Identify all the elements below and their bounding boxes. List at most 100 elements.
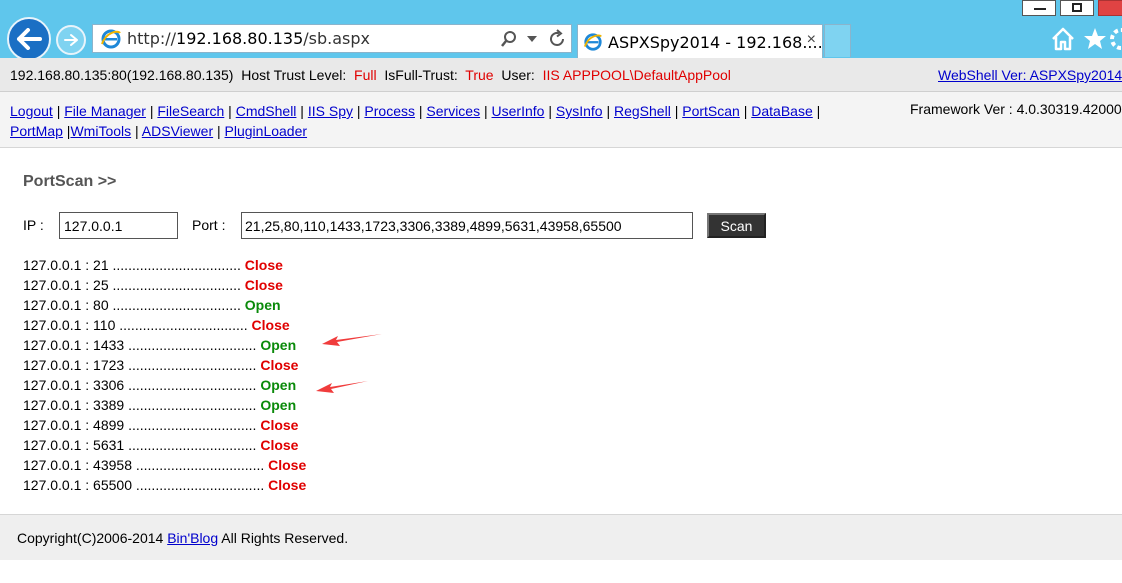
back-arrow-icon [17,28,42,50]
result-status: Close [251,317,290,333]
trust-level-label: Host Trust Level: [241,67,347,83]
annotation-arrow-icon [316,381,368,393]
menu-cmdshell[interactable]: CmdShell [236,103,297,119]
result-status: Close [268,477,307,493]
blog-link[interactable]: Bin'Blog [167,530,218,546]
result-row: 127.0.0.1 : 3389 .......................… [23,395,306,415]
chevron-down-icon[interactable] [527,36,537,42]
menu-sysinfo[interactable]: SysInfo [556,103,603,119]
result-status: Open [260,397,297,413]
forward-arrow-icon [64,34,78,46]
close-window-button[interactable] [1098,0,1122,16]
ie-tab-icon [583,33,602,51]
copyright-prefix: Copyright(C)2006-2014 [17,530,168,546]
scan-results: 127.0.0.1 : 21 .........................… [23,255,306,495]
host-address: 192.168.80.135:80(192.168.80.135) [10,67,234,83]
menu-links: Logout | File Manager | FileSearch | Cmd… [10,103,821,139]
result-row: 127.0.0.1 : 43958 ......................… [23,455,306,475]
tab-title: ASPXSpy2014 - 192.168.... [608,33,823,52]
result-port-line: 127.0.0.1 : 3389 .......................… [23,397,257,413]
result-port-line: 127.0.0.1 : 5631 .......................… [23,437,257,453]
user-label: User: [501,67,535,83]
annotation-arrow-icon [322,334,382,346]
footer: Copyright(C)2006-2014 Bin'Blog All Right… [0,514,1122,560]
result-port-line: 127.0.0.1 : 110 ........................… [23,317,248,333]
url-prefix: http:// [127,29,177,48]
menu-bar: Logout | File Manager | FileSearch | Cmd… [0,92,1122,148]
window-controls [1022,0,1122,16]
result-port-line: 127.0.0.1 : 3306 .......................… [23,377,257,393]
menu-portmap[interactable]: PortMap [10,123,63,139]
minimize-button[interactable] [1022,0,1056,16]
menu-regshell[interactable]: RegShell [614,103,671,119]
result-status: Close [244,257,283,273]
ip-label: IP : [23,217,44,233]
result-row: 127.0.0.1 : 5631 .......................… [23,435,306,455]
webshell-version-link[interactable]: WebShell Ver: ASPXSpy2014 [938,67,1122,83]
ip-input[interactable] [59,212,178,239]
search-icon[interactable] [500,30,518,48]
result-status: Close [244,277,283,293]
menu-iis-spy[interactable]: IIS Spy [308,103,353,119]
result-status: Close [260,357,299,373]
menu-process[interactable]: Process [364,103,415,119]
menu-portscan[interactable]: PortScan [682,103,740,119]
browser-tab[interactable]: ASPXSpy2014 - 192.168.... × [577,24,823,58]
maximize-button[interactable] [1060,0,1094,16]
forward-button[interactable] [56,25,86,55]
home-icon[interactable] [1050,26,1076,52]
menu-file-manager[interactable]: File Manager [64,103,146,119]
result-status: Open [244,297,281,313]
menu-wmitools[interactable]: WmiTools [70,123,131,139]
full-trust-value: True [465,67,494,83]
address-bar[interactable]: http://192.168.80.135/sb.aspx [92,24,572,53]
menu-database[interactable]: DataBase [751,103,812,119]
port-label: Port : [192,217,226,233]
user-value: IIS APPPOOL\DefaultAppPool [542,67,731,83]
menu-filesearch[interactable]: FileSearch [157,103,224,119]
tab-close-icon[interactable]: × [807,31,816,49]
result-row: 127.0.0.1 : 3306 .......................… [23,375,306,395]
browser-chrome: http://192.168.80.135/sb.aspx ASPXSpy201… [0,0,1122,61]
portscan-panel: PortScan >> IP : Port : Scan 127.0.0.1 :… [0,148,1122,514]
copyright: Copyright(C)2006-2014 Bin'Blog All Right… [17,530,348,546]
result-row: 127.0.0.1 : 65500 ......................… [23,475,306,495]
result-port-line: 127.0.0.1 : 21 .........................… [23,257,241,273]
result-status: Close [260,417,299,433]
result-port-line: 127.0.0.1 : 1723 .......................… [23,357,257,373]
result-row: 127.0.0.1 : 80 .........................… [23,295,306,315]
result-port-line: 127.0.0.1 : 43958 ......................… [23,457,265,473]
menu-logout[interactable]: Logout [10,103,53,119]
result-status: Open [260,337,297,353]
result-port-line: 127.0.0.1 : 80 .........................… [23,297,241,313]
new-tab-button[interactable] [824,24,851,57]
menu-pluginloader[interactable]: PluginLoader [225,123,308,139]
menu-adsviewer[interactable]: ADSViewer [142,123,213,139]
settings-gear-icon[interactable] [1108,26,1122,52]
back-button[interactable] [7,17,51,61]
url-path: /sb.aspx [303,29,370,48]
favorites-star-icon[interactable] [1082,26,1108,52]
host-info-bar: 192.168.80.135:80(192.168.80.135) Host T… [0,58,1122,92]
scan-button[interactable]: Scan [707,213,766,238]
result-status: Open [260,377,297,393]
full-trust-label: IsFull-Trust: [384,67,458,83]
result-row: 127.0.0.1 : 1723 .......................… [23,355,306,375]
url-host: 192.168.80.135 [176,29,304,48]
page-title: PortScan >> [23,173,117,190]
result-status: Close [268,457,307,473]
framework-version: Framework Ver : 4.0.30319.42000 [910,101,1122,117]
result-row: 127.0.0.1 : 110 ........................… [23,315,306,335]
result-status: Close [260,437,299,453]
result-port-line: 127.0.0.1 : 65500 ......................… [23,477,265,493]
port-input[interactable] [241,212,693,239]
menu-userinfo[interactable]: UserInfo [492,103,545,119]
refresh-icon[interactable] [547,29,567,49]
host-info: 192.168.80.135:80(192.168.80.135) Host T… [10,67,731,83]
menu-services[interactable]: Services [426,103,480,119]
result-row: 127.0.0.1 : 21 .........................… [23,255,306,275]
copyright-suffix: All Rights Reserved. [218,530,349,546]
result-port-line: 127.0.0.1 : 4899 .......................… [23,417,257,433]
trust-level-value: Full [354,67,377,83]
result-port-line: 127.0.0.1 : 1433 .......................… [23,337,257,353]
